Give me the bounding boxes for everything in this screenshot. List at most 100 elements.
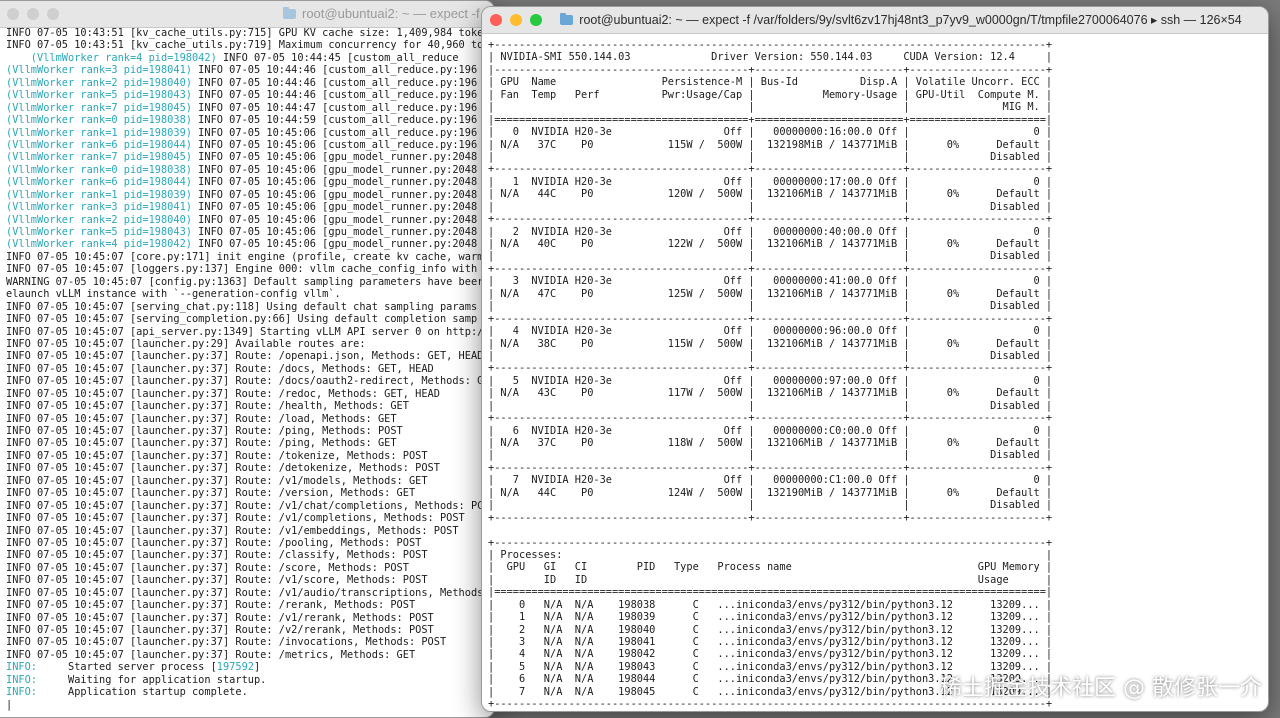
line-text: INFO 07-05 10:45:07 [loggers.py:137] Eng… bbox=[6, 263, 478, 276]
terminal-line: | 7 NVIDIA H20-3e Off | 00000000:C1:00.0… bbox=[488, 474, 1053, 487]
terminal-line: INFO 07-05 10:45:07 [launcher.py:37] Rou… bbox=[6, 400, 494, 412]
line-text: INFO 07-05 10:45:06 [gpu_model_runner.py… bbox=[191, 188, 478, 201]
terminal-line: | ID ID Usage | bbox=[488, 573, 1053, 586]
left-titlebar[interactable]: root@ubuntuai2: ~ — expect -f / bbox=[0, 1, 494, 28]
line-text: INFO 07-05 10:45:07 [launcher.py:37] Rou… bbox=[6, 375, 484, 388]
terminal-line: INFO 07-05 10:45:07 [launcher.py:37] Rou… bbox=[6, 512, 494, 524]
terminal-line: elaunch vLLM instance with `--generation… bbox=[6, 288, 494, 300]
line-prefix: INFO: bbox=[6, 686, 37, 699]
line-prefix: INFO: bbox=[6, 673, 37, 686]
terminal-line: | N/A 44C P0 124W / 500W | 132190MiB / 1… bbox=[488, 486, 1053, 499]
terminal-line: +---------------------------------------… bbox=[488, 461, 1053, 474]
line-text: INFO 07-05 10:45:06 [gpu_model_runner.py… bbox=[191, 201, 478, 214]
terminal-line: (VllmWorker rank=3 pid=198041) INFO 07-0… bbox=[6, 201, 494, 213]
terminal-line: | GPU Name Persistence-M | Bus-Id Disp.A… bbox=[488, 76, 1053, 89]
watermark: 稀土掘金技术社区 @ 散修张一介 bbox=[940, 676, 1262, 701]
terminal-line: INFO 07-05 10:45:07 [launcher.py:37] Rou… bbox=[6, 636, 494, 648]
terminal-line: INFO 07-05 10:45:07 [launcher.py:37] Rou… bbox=[6, 562, 494, 574]
line-text: INFO 07-05 10:44:46 [custom_all_reduce.p… bbox=[191, 76, 478, 89]
terminal-line: INFO 07-05 10:45:07 [launcher.py:37] Rou… bbox=[6, 363, 494, 375]
line-text: INFO 07-05 10:45:06 [custom_all_reduce.p… bbox=[191, 126, 478, 139]
line-text: INFO 07-05 10:45:06 [gpu_model_runner.py… bbox=[191, 213, 478, 226]
window-title: root@ubuntuai2: ~ — expect -f / bbox=[283, 6, 487, 21]
line-suffix: ] bbox=[253, 661, 261, 674]
terminal-line: +---------------------------------------… bbox=[488, 262, 1053, 275]
right-titlebar[interactable]: root@ubuntuai2: ~ — expect -f /var/folde… bbox=[482, 7, 1268, 34]
left-terminal-output[interactable]: INFO 07-05 10:43:51 [kv_cache_utils.py:7… bbox=[0, 27, 494, 717]
line-text: INFO 07-05 10:45:07 [launcher.py:37] Rou… bbox=[6, 624, 434, 636]
line-prefix: (VllmWorker rank=1 pid=198039) bbox=[6, 188, 192, 201]
left-terminal-window[interactable]: root@ubuntuai2: ~ — expect -f / INFO 07-… bbox=[0, 0, 495, 718]
terminal-line: | N/A 40C P0 122W / 500W | 132106MiB / 1… bbox=[488, 238, 1053, 250]
right-terminal-window[interactable]: root@ubuntuai2: ~ — expect -f /var/folde… bbox=[481, 6, 1269, 712]
terminal-line: +---------------------------------------… bbox=[488, 163, 1053, 176]
line-text: INFO 07-05 10:45:06 [gpu_model_runner.py… bbox=[191, 176, 478, 189]
terminal-line: WARNING 07-05 10:45:07 [config.py:1363] … bbox=[6, 276, 494, 288]
zoom-button[interactable] bbox=[47, 8, 59, 20]
terminal-line: | N/A 37C P0 115W / 500W | 132198MiB / 1… bbox=[488, 138, 1053, 151]
terminal-line: INFO 07-05 10:45:07 [launcher.py:29] Ava… bbox=[6, 338, 494, 350]
terminal-line: | 0 NVIDIA H20-3e Off | 00000000:16:00.0… bbox=[488, 126, 1053, 139]
terminal-line: | N/A 47C P0 125W / 500W | 132106MiB / 1… bbox=[488, 287, 1053, 300]
terminal-line: INFO 07-05 10:45:07 [launcher.py:37] Rou… bbox=[6, 487, 494, 499]
terminal-line: INFO: Started server process [197592] bbox=[6, 661, 494, 673]
line-text: INFO 07-05 10:45:07 [launcher.py:37] Rou… bbox=[6, 400, 409, 413]
terminal-line: | N/A 43C P0 117W / 500W | 132106MiB / 1… bbox=[488, 387, 1053, 400]
line-prefix: (VllmWorker rank=3 pid=198041) bbox=[6, 64, 192, 77]
terminal-line: (VllmWorker rank=0 pid=198038) INFO 07-0… bbox=[6, 114, 494, 126]
terminal-line: +---------------------------------------… bbox=[488, 511, 1053, 524]
terminal-line: | 0 N/A N/A 198038 C ...iniconda3/envs/p… bbox=[488, 598, 1053, 611]
terminal-line: INFO 07-05 10:45:07 [launcher.py:37] Rou… bbox=[6, 450, 494, 462]
minimize-button[interactable] bbox=[510, 14, 522, 26]
terminal-line: (VllmWorker rank=2 pid=198040) INFO 07-0… bbox=[6, 214, 494, 226]
minimize-button[interactable] bbox=[27, 8, 39, 20]
line-text: INFO 07-05 10:45:07 [serving_chat.py:118… bbox=[6, 300, 478, 313]
line-text: Waiting for application startup. bbox=[37, 673, 267, 686]
terminal-line: | | | Disabled | bbox=[488, 399, 1053, 412]
line-text: INFO 07-05 10:45:07 [launcher.py:37] Rou… bbox=[6, 412, 397, 425]
line-prefix: (VllmWorker rank=0 pid=198038) bbox=[6, 114, 192, 127]
terminal-line: INFO 07-05 10:45:07 [launcher.py:37] Rou… bbox=[6, 437, 494, 449]
terminal-line: | 4 N/A N/A 198042 C ...iniconda3/envs/p… bbox=[488, 648, 1053, 661]
folder-icon bbox=[283, 7, 296, 19]
close-button[interactable] bbox=[7, 8, 19, 20]
terminal-line: INFO 07-05 10:43:51 [kv_cache_utils.py:7… bbox=[6, 39, 494, 51]
terminal-line: (VllmWorker rank=7 pid=198045) INFO 07-0… bbox=[6, 102, 494, 114]
line-text: INFO 07-05 10:45:07 [core.py:171] init e… bbox=[6, 250, 484, 263]
terminal-line: | N/A 38C P0 115W / 500W | 132106MiB / 1… bbox=[488, 337, 1053, 350]
terminal-line: | | | Disabled | bbox=[488, 449, 1053, 462]
line-text: INFO 07-05 10:45:07 [launcher.py:37] Rou… bbox=[6, 499, 484, 512]
line-text: INFO 07-05 10:45:07 [launcher.py:37] Rou… bbox=[6, 549, 428, 562]
line-text: | bbox=[6, 698, 13, 711]
line-text: INFO 07-05 10:44:46 [custom_all_reduce.p… bbox=[191, 64, 478, 77]
line-text: INFO 07-05 10:45:07 [api_server.py:1349]… bbox=[6, 325, 484, 338]
line-text: INFO 07-05 10:45:07 [launcher.py:37] Rou… bbox=[6, 362, 434, 375]
terminal-line: +---------------------------------------… bbox=[488, 39, 1053, 51]
terminal-line: INFO 07-05 10:45:07 [launcher.py:37] Rou… bbox=[6, 525, 494, 537]
line-text: INFO 07-05 10:45:06 [gpu_model_runner.py… bbox=[191, 226, 478, 238]
terminal-line: (VllmWorker rank=3 pid=198041) INFO 07-0… bbox=[6, 64, 494, 76]
line-text: INFO 07-05 10:43:51 [kv_cache_utils.py:7… bbox=[6, 27, 484, 39]
terminal-line: INFO 07-05 10:45:07 [launcher.py:37] Rou… bbox=[6, 475, 494, 487]
line-text: INFO 07-05 10:44:46 [custom_all_reduce.p… bbox=[191, 89, 478, 102]
line-text: INFO 07-05 10:45:07 [launcher.py:37] Rou… bbox=[6, 512, 465, 525]
line-text: INFO 07-05 10:45:07 [launcher.py:37] Rou… bbox=[6, 536, 422, 549]
terminal-line: INFO 07-05 10:45:07 [loggers.py:137] Eng… bbox=[6, 263, 494, 275]
line-text: INFO 07-05 10:45:07 [launcher.py:37] Rou… bbox=[6, 487, 416, 500]
terminal-line: | N/A 37C P0 118W / 500W | 132106MiB / 1… bbox=[488, 437, 1053, 449]
nvidia-smi-output[interactable]: +---------------------------------------… bbox=[482, 39, 1268, 711]
line-text: INFO 07-05 10:45:07 [launcher.py:37] Rou… bbox=[6, 425, 403, 437]
line-prefix: (VllmWorker rank=4 pid=198042) bbox=[6, 238, 192, 251]
close-button[interactable] bbox=[490, 14, 502, 26]
terminal-line: (VllmWorker rank=5 pid=198043) INFO 07-0… bbox=[6, 226, 494, 238]
zoom-button[interactable] bbox=[530, 14, 542, 26]
line-text: INFO 07-05 10:45:06 [gpu_model_runner.py… bbox=[191, 163, 478, 176]
terminal-line: | 2 NVIDIA H20-3e Off | 00000000:40:00.0… bbox=[488, 225, 1053, 238]
terminal-line: INFO 07-05 10:45:07 [launcher.py:37] Rou… bbox=[6, 425, 494, 437]
line-text: INFO 07-05 10:45:07 [launcher.py:37] Rou… bbox=[6, 524, 459, 537]
line-text: Started server process [ bbox=[37, 661, 217, 674]
terminal-line: | 1 NVIDIA H20-3e Off | 00000000:17:00.0… bbox=[488, 175, 1053, 188]
line-text: INFO 07-05 10:45:07 [launcher.py:37] Rou… bbox=[6, 437, 397, 450]
terminal-line: (VllmWorker rank=7 pid=198045) INFO 07-0… bbox=[6, 151, 494, 163]
